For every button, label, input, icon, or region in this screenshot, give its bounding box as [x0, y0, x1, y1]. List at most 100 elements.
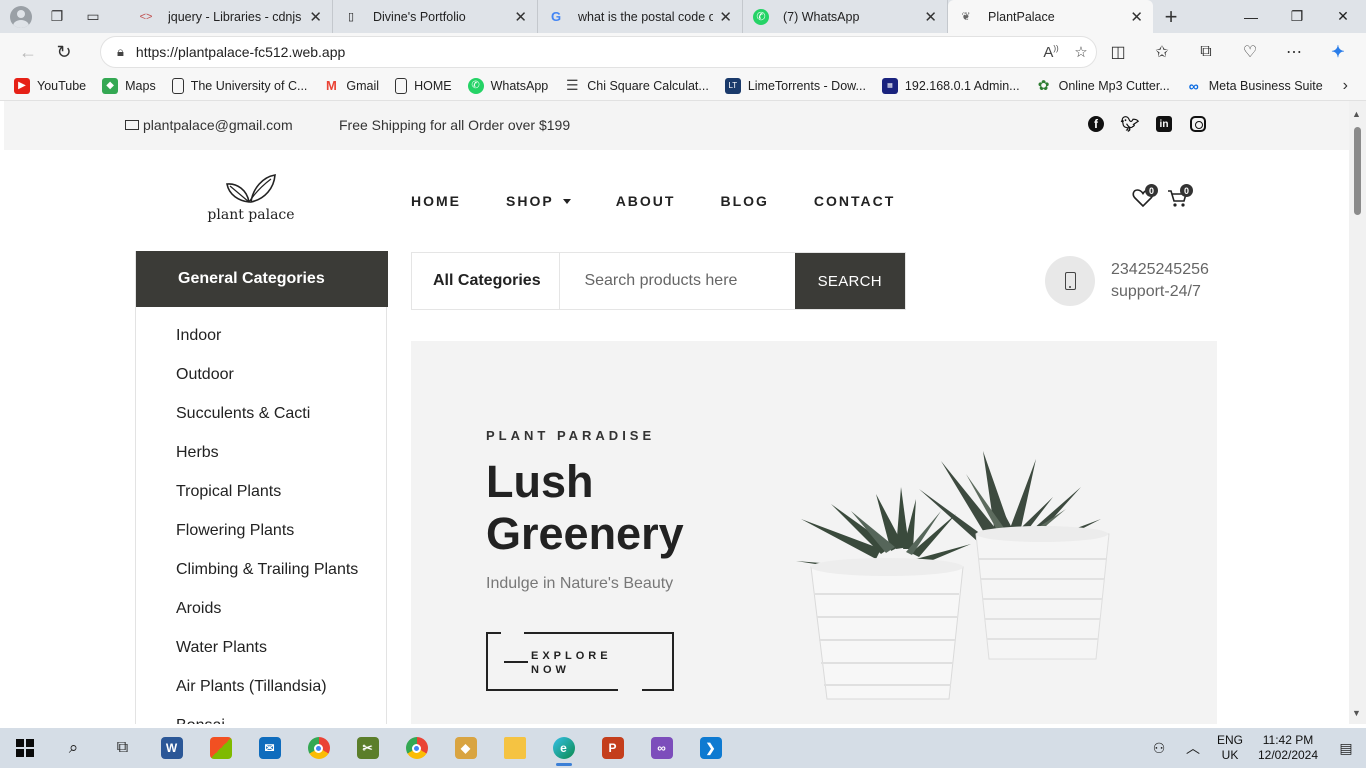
- instagram-icon[interactable]: [1190, 116, 1206, 132]
- category-item[interactable]: Tropical Plants: [176, 481, 386, 520]
- tab-actions-icon[interactable]: ▭: [82, 6, 104, 28]
- profile-avatar-icon[interactable]: [10, 5, 32, 28]
- taskbar-chrome[interactable]: [294, 728, 343, 768]
- taskbar-store[interactable]: [196, 728, 245, 768]
- chevron-right-icon[interactable]: ›: [1343, 77, 1348, 95]
- close-tab-icon[interactable]: ✕: [924, 8, 937, 26]
- taskbar-visual-studio[interactable]: ∞: [637, 728, 686, 768]
- task-view-button[interactable]: ⧉: [98, 728, 147, 768]
- scroll-down-icon[interactable]: ▼: [1352, 708, 1361, 718]
- bookmark-router[interactable]: ▦ 192.168.0.1 Admin...: [881, 77, 1020, 94]
- search-taskbar-button[interactable]: ⌕: [49, 728, 98, 768]
- wishlist-button[interactable]: 0: [1132, 184, 1158, 213]
- search-input[interactable]: [560, 253, 795, 309]
- taskbar-powerpoint[interactable]: P: [588, 728, 637, 768]
- taskbar-vscode[interactable]: ❯: [686, 728, 735, 768]
- restore-icon[interactable]: ❐: [1274, 0, 1320, 33]
- browser-tab[interactable]: ✆ (7) WhatsApp ✕: [743, 0, 948, 33]
- explore-now-button[interactable]: EXPLORE NOW: [486, 632, 674, 691]
- nav-blog[interactable]: BLOG: [720, 193, 768, 209]
- browser-tab[interactable]: G what is the postal code of Iba ✕: [538, 0, 743, 33]
- taskbar-file-explorer[interactable]: [490, 728, 539, 768]
- refresh-icon[interactable]: ↻: [46, 37, 82, 67]
- browser-tab[interactable]: <> jquery - Libraries - cdnjs - T ✕: [128, 0, 333, 33]
- category-item[interactable]: Air Plants (Tillandsia): [176, 676, 386, 715]
- close-tab-icon[interactable]: ✕: [1130, 8, 1143, 26]
- chevron-up-icon[interactable]: ︿: [1176, 738, 1210, 758]
- bookmark-meta[interactable]: ∞ Meta Business Suite: [1186, 78, 1323, 94]
- cart-button[interactable]: 0: [1167, 184, 1193, 213]
- category-item[interactable]: Water Plants: [176, 637, 386, 676]
- browser-essentials-icon[interactable]: ♡: [1232, 37, 1268, 67]
- more-options-icon[interactable]: ⋯: [1276, 37, 1312, 67]
- minimize-icon[interactable]: —: [1228, 0, 1274, 33]
- twitter-icon[interactable]: 🐦︎: [1120, 116, 1139, 133]
- page-viewport: plantpalace@gmail.com Free Shipping for …: [4, 101, 1349, 724]
- taskbar-tool[interactable]: ✂: [343, 728, 392, 768]
- nav-home[interactable]: HOME: [411, 193, 461, 209]
- lock-icon[interactable]: 🔒︎: [117, 44, 124, 60]
- browser-tab[interactable]: ▯ Divine's Portfolio ✕: [333, 0, 538, 33]
- site-logo[interactable]: plant palace: [200, 171, 302, 223]
- taskbar-edge[interactable]: e: [539, 728, 588, 768]
- contact-email[interactable]: plantpalace@gmail.com: [125, 117, 293, 133]
- workspaces-icon[interactable]: ❐: [46, 6, 68, 28]
- notifications-icon[interactable]: ▤: [1326, 740, 1366, 757]
- url-text[interactable]: https://plantpalace-fc512.web.app: [136, 44, 1036, 60]
- category-select[interactable]: All Categories: [412, 253, 561, 309]
- mail-icon: ✉: [258, 737, 281, 759]
- split-screen-icon[interactable]: ◫: [1100, 37, 1136, 67]
- category-item[interactable]: Climbing & Trailing Plants: [176, 559, 386, 598]
- support-contact: 23425245256 support-24/7: [1111, 259, 1209, 303]
- category-item[interactable]: Aroids: [176, 598, 386, 637]
- start-button[interactable]: [0, 728, 49, 768]
- linkedin-icon[interactable]: in: [1156, 116, 1172, 132]
- clock[interactable]: 11:42 PM 12/02/2024: [1250, 733, 1326, 763]
- bookmark-youtube[interactable]: ▶ YouTube: [14, 77, 86, 94]
- category-item[interactable]: Succulents & Cacti: [176, 403, 386, 442]
- taskbar-word[interactable]: W: [147, 728, 196, 768]
- favorites-icon[interactable]: ✩: [1144, 37, 1180, 67]
- bookmark-chi-square[interactable]: ☰ Chi Square Calculat...: [564, 77, 709, 94]
- bookmark-university[interactable]: The University of C...: [171, 77, 307, 94]
- search-button[interactable]: SEARCH: [794, 253, 905, 309]
- whatsapp-icon: ✆: [467, 77, 484, 94]
- whatsapp-icon: ✆: [753, 8, 769, 25]
- taskbar-3d-app[interactable]: ◆: [441, 728, 490, 768]
- bookmark-limetorrents[interactable]: LT LimeTorrents - Dow...: [724, 77, 866, 94]
- scroll-up-icon[interactable]: ▲: [1352, 109, 1361, 119]
- new-tab-button[interactable]: +: [1153, 4, 1189, 30]
- favorite-star-icon[interactable]: ☆: [1066, 43, 1096, 61]
- people-icon[interactable]: ⚇: [1142, 740, 1176, 757]
- category-item[interactable]: Bonsai: [176, 715, 386, 724]
- address-bar[interactable]: 🔒︎ https://plantpalace-fc512.web.app A))…: [100, 36, 1097, 68]
- copilot-icon[interactable]: ✦: [1320, 37, 1356, 67]
- close-tab-icon[interactable]: ✕: [309, 8, 322, 26]
- bookmark-whatsapp[interactable]: ✆ WhatsApp: [467, 77, 548, 94]
- category-item[interactable]: Herbs: [176, 442, 386, 481]
- page-scrollbar[interactable]: ▲ ▼: [1349, 101, 1366, 724]
- browser-tab-active[interactable]: ❦ PlantPalace ✕: [948, 0, 1153, 33]
- close-tab-icon[interactable]: ✕: [719, 8, 732, 26]
- bookmark-home[interactable]: HOME: [395, 77, 452, 94]
- close-tab-icon[interactable]: ✕: [514, 8, 527, 26]
- back-icon[interactable]: ←: [10, 37, 46, 67]
- category-item[interactable]: Flowering Plants: [176, 520, 386, 559]
- category-item[interactable]: Outdoor: [176, 364, 386, 403]
- nav-about[interactable]: ABOUT: [616, 193, 676, 209]
- hero-kicker: PLANT PARADISE: [486, 428, 656, 443]
- read-aloud-icon[interactable]: A)): [1036, 44, 1066, 61]
- bookmark-maps[interactable]: ◆ Maps: [102, 77, 156, 94]
- taskbar-chrome-profile[interactable]: [392, 728, 441, 768]
- close-window-icon[interactable]: ✕: [1320, 0, 1366, 33]
- facebook-icon[interactable]: f: [1088, 116, 1104, 132]
- language-indicator[interactable]: ENG UK: [1210, 733, 1250, 763]
- bookmark-gmail[interactable]: M Gmail: [323, 78, 379, 94]
- taskbar-mail[interactable]: ✉: [245, 728, 294, 768]
- collections-icon[interactable]: ⧉: [1188, 37, 1224, 67]
- nav-shop[interactable]: SHOP: [506, 193, 571, 209]
- category-item[interactable]: Indoor: [176, 325, 386, 364]
- scrollbar-thumb[interactable]: [1354, 127, 1361, 215]
- nav-contact[interactable]: CONTACT: [814, 193, 895, 209]
- bookmark-mp3-cutter[interactable]: ✿ Online Mp3 Cutter...: [1036, 77, 1170, 94]
